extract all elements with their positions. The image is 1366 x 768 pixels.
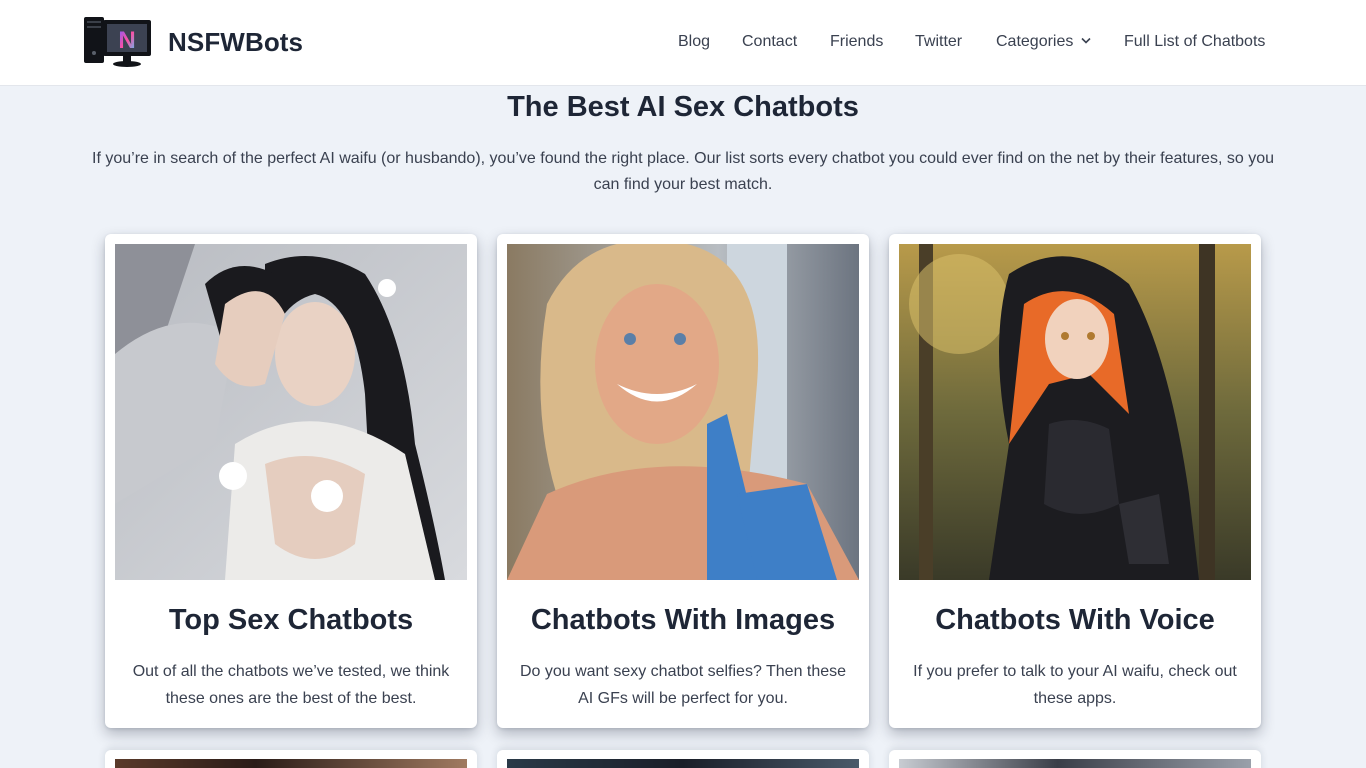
nav-item-blog[interactable]: Blog <box>678 32 710 52</box>
card-image-partial[interactable] <box>899 759 1251 768</box>
intro-text: If you’re in search of the perfect AI wa… <box>92 150 1274 193</box>
card-title[interactable]: Chatbots With Voice <box>889 602 1261 638</box>
nav-item-full-list[interactable]: Full List of Chatbots <box>1124 32 1265 52</box>
card-image-woman-white-dress[interactable] <box>115 244 467 580</box>
category-card-images[interactable]: Chatbots With Images Do you want sexy ch… <box>497 234 869 728</box>
site-header: N NSFWBots Blog Contact Friends Twitter … <box>0 0 1366 86</box>
card-description: Out of all the chatbots we’ve tested, we… <box>132 663 450 707</box>
category-card-partial[interactable] <box>105 750 477 768</box>
card-description: If you prefer to talk to your AI waifu, … <box>913 663 1237 707</box>
nav-item-categories-label: Categories <box>996 33 1074 50</box>
page-title: The Best AI Sex Chatbots <box>507 91 859 123</box>
chevron-down-icon <box>1081 37 1091 44</box>
category-card-partial[interactable] <box>497 750 869 768</box>
card-image-partial[interactable] <box>115 759 467 768</box>
card-title[interactable]: Top Sex Chatbots <box>105 602 477 638</box>
card-title[interactable]: Chatbots With Images <box>497 602 869 638</box>
nav-item-friends[interactable]: Friends <box>830 32 883 52</box>
card-description: Do you want sexy chatbot selfies? Then t… <box>519 663 847 707</box>
nav-item-contact[interactable]: Contact <box>742 32 797 52</box>
category-card-top[interactable]: Top Sex Chatbots Out of all the chatbots… <box>105 234 477 728</box>
category-card-partial[interactable] <box>889 750 1261 768</box>
nav-item-twitter[interactable]: Twitter <box>915 32 962 52</box>
card-image-partial[interactable] <box>507 759 859 768</box>
card-image-anime-hooded-girl[interactable] <box>899 244 1251 580</box>
card-image-blonde-woman[interactable] <box>507 244 859 580</box>
nav-item-categories[interactable]: Categories <box>996 32 1091 52</box>
category-card-voice[interactable]: Chatbots With Voice If you prefer to tal… <box>889 234 1261 728</box>
main-nav: Blog Contact Friends Twitter Categories … <box>0 32 1366 54</box>
